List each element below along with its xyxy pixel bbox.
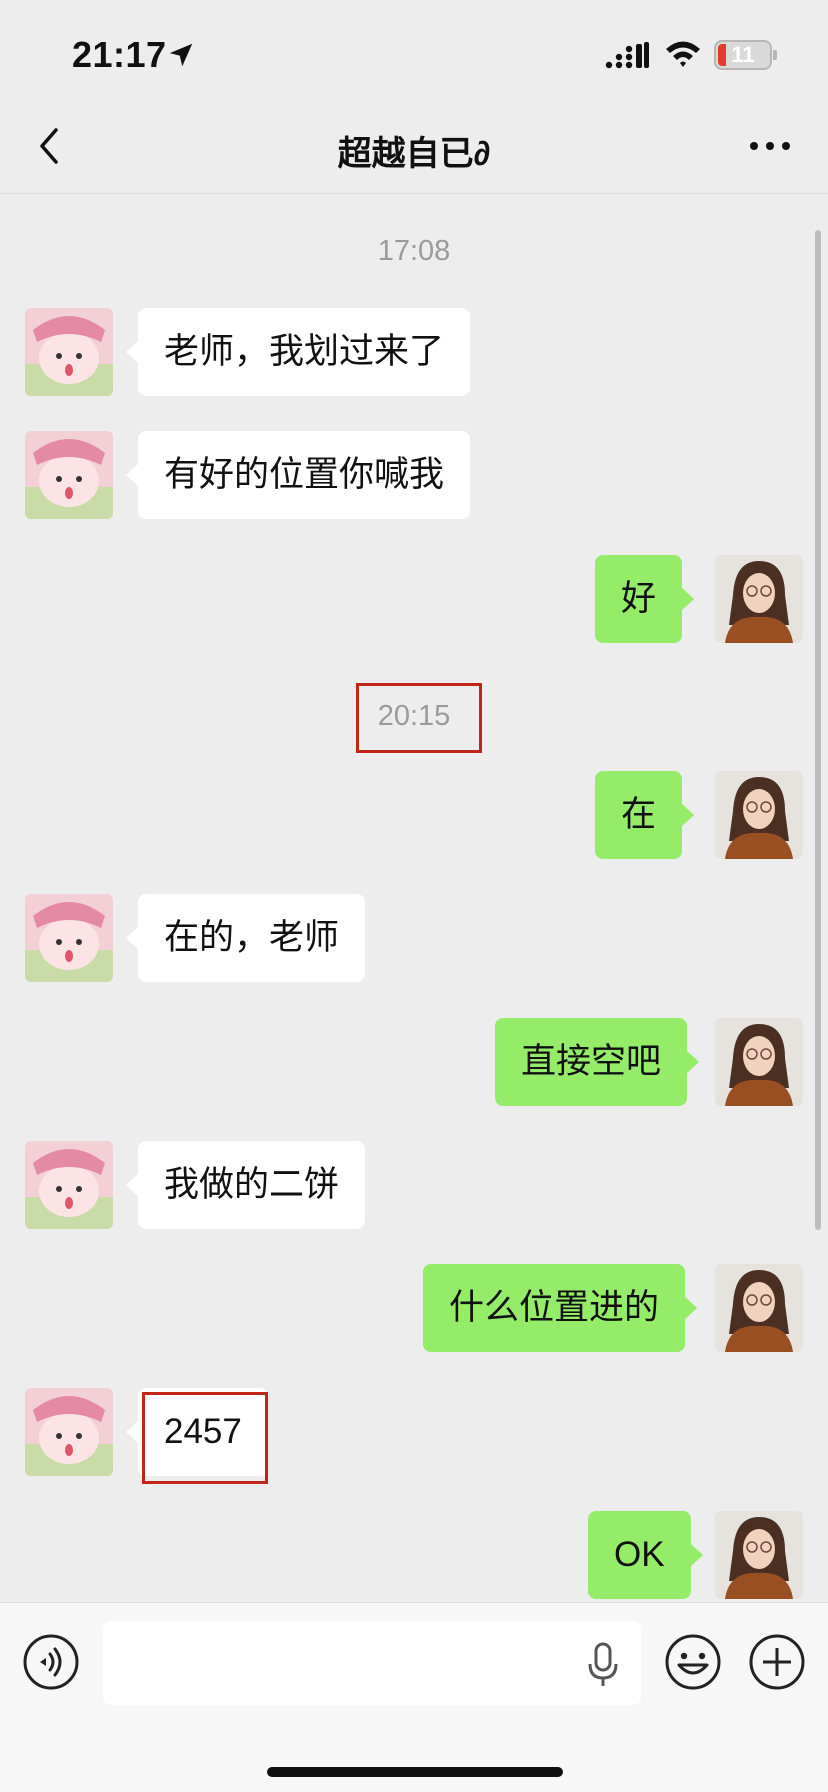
user-avatar[interactable]	[715, 1018, 803, 1106]
contact-avatar[interactable]	[25, 1388, 113, 1476]
emoji-icon[interactable]	[664, 1633, 722, 1691]
message-bubble-outgoing[interactable]: OK	[588, 1511, 703, 1599]
user-avatar[interactable]	[715, 1511, 803, 1599]
mic-icon[interactable]	[585, 1641, 621, 1689]
voice-icon[interactable]	[22, 1633, 80, 1691]
chat-screen: 21:17 11 超越自已∂ 17:08 老师，我划过来了 有好的位置你喊我 好…	[0, 0, 828, 1792]
contact-avatar[interactable]	[25, 308, 113, 396]
user-avatar[interactable]	[715, 771, 803, 859]
highlight-box	[356, 683, 482, 753]
contact-avatar[interactable]	[25, 431, 113, 519]
input-bar	[0, 1602, 828, 1792]
message-bubble-incoming[interactable]: 老师，我划过来了	[125, 308, 471, 396]
message-bubble-outgoing[interactable]: 什么位置进的	[423, 1264, 698, 1352]
message-bubble-outgoing[interactable]: 好	[595, 555, 695, 643]
home-indicator[interactable]	[267, 1767, 563, 1777]
user-avatar[interactable]	[715, 1264, 803, 1352]
contact-avatar[interactable]	[25, 894, 113, 982]
message-bubble-outgoing[interactable]: 直接空吧	[495, 1018, 700, 1106]
message-input[interactable]	[103, 1621, 641, 1705]
timestamp: 17:08	[377, 235, 451, 267]
message-list[interactable]: 17:08 老师，我划过来了 有好的位置你喊我 好 20:15 在 在的，老师	[0, 0, 828, 1600]
highlight-box	[142, 1392, 268, 1484]
user-avatar[interactable]	[715, 555, 803, 643]
message-bubble-incoming[interactable]: 在的，老师	[125, 894, 366, 982]
message-bubble-incoming[interactable]: 我做的二饼	[125, 1141, 366, 1229]
contact-avatar[interactable]	[25, 1141, 113, 1229]
message-bubble-outgoing[interactable]: 在	[595, 771, 695, 859]
plus-icon[interactable]	[748, 1633, 806, 1691]
message-bubble-incoming[interactable]: 有好的位置你喊我	[125, 431, 471, 519]
